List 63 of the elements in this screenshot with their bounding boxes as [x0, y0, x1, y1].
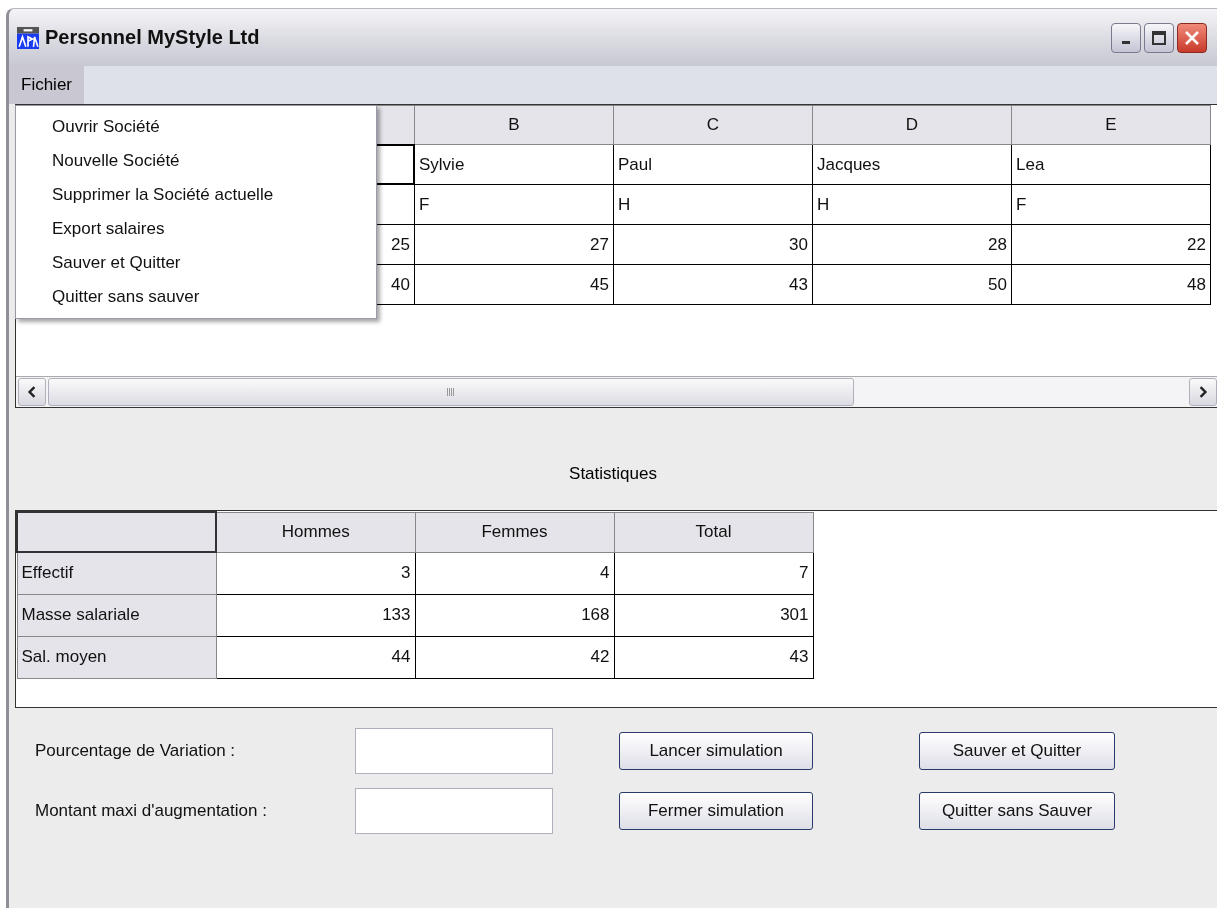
table-cell: 3	[216, 552, 415, 594]
maximize-button[interactable]	[1144, 22, 1174, 53]
maximize-icon	[1152, 30, 1166, 45]
table-cell: 44	[216, 636, 415, 678]
table-cell: 28	[812, 224, 1012, 265]
table-cell: F	[414, 184, 614, 225]
field-label: Montant maxi d'augmentation :	[35, 801, 268, 821]
menu-entry[interactable]: Supprimer la Société actuelle	[16, 178, 376, 212]
table-cell: 48	[1011, 264, 1211, 305]
scroll-thumb[interactable]	[48, 378, 854, 406]
chevron-left-icon	[26, 386, 38, 398]
chevron-right-icon	[1197, 386, 1209, 398]
table-cell: 133	[216, 594, 415, 636]
table-cell: 7	[614, 552, 813, 594]
column-header[interactable]: E	[1011, 105, 1211, 145]
minimize-button[interactable]	[1111, 22, 1141, 53]
table-cell: 45	[414, 264, 614, 305]
table-cell: 168	[415, 594, 614, 636]
row-header[interactable]: Sal. moyen	[17, 636, 216, 678]
table-cell: Jacques	[812, 144, 1012, 185]
column-header[interactable]: C	[613, 105, 813, 145]
menu-entry[interactable]: Ouvrir Société	[16, 110, 376, 144]
table-cell: 43	[613, 264, 813, 305]
row-header[interactable]: Effectif	[17, 552, 216, 594]
column-header[interactable]: Total	[614, 512, 813, 552]
window-title: Personnel MyStyle Ltd	[45, 26, 260, 49]
table-cell: 27	[414, 224, 614, 265]
button[interactable]: Fermer simulation	[619, 792, 813, 830]
table-cell: 22	[1011, 224, 1211, 265]
table-cell: Paul	[613, 144, 813, 185]
horizontal-scrollbar[interactable]	[16, 376, 1217, 407]
column-header[interactable]: Femmes	[415, 512, 614, 552]
row-header[interactable]: Masse salariale	[17, 594, 216, 636]
button[interactable]: Quitter sans Sauver	[919, 792, 1115, 830]
grip-icon	[447, 388, 455, 396]
column-header[interactable]: B	[414, 105, 614, 145]
table-cell: H	[613, 184, 813, 225]
close-icon	[1185, 30, 1199, 45]
button[interactable]: Lancer simulation	[619, 732, 813, 770]
table-cell: 30	[613, 224, 813, 265]
column-header[interactable]: Hommes	[216, 512, 415, 552]
field-label: Pourcentage de Variation :	[35, 741, 237, 761]
table-cell: F	[1011, 184, 1211, 225]
table-cell: 301	[614, 594, 813, 636]
input-field[interactable]	[355, 728, 553, 774]
menu-entry[interactable]: Nouvelle Société	[16, 144, 376, 178]
input-field[interactable]	[355, 788, 553, 834]
button[interactable]: Sauver et Quitter	[919, 732, 1115, 770]
column-header[interactable]: D	[812, 105, 1012, 145]
table-cell: 43	[614, 636, 813, 678]
minimize-icon	[1122, 41, 1130, 44]
scroll-right-button[interactable]	[1189, 378, 1217, 406]
table-cell: 50	[812, 264, 1012, 305]
menu-item[interactable]: Fichier	[9, 66, 84, 104]
app-icon	[17, 26, 39, 49]
table-cell: 42	[415, 636, 614, 678]
close-button[interactable]	[1177, 22, 1207, 53]
table-cell: Sylvie	[414, 144, 614, 185]
table-cell: 4	[415, 552, 614, 594]
table-cell: Lea	[1011, 144, 1211, 185]
table-cell: H	[812, 184, 1012, 225]
section-title: Statistiques	[569, 464, 657, 484]
scroll-left-button[interactable]	[18, 378, 46, 406]
